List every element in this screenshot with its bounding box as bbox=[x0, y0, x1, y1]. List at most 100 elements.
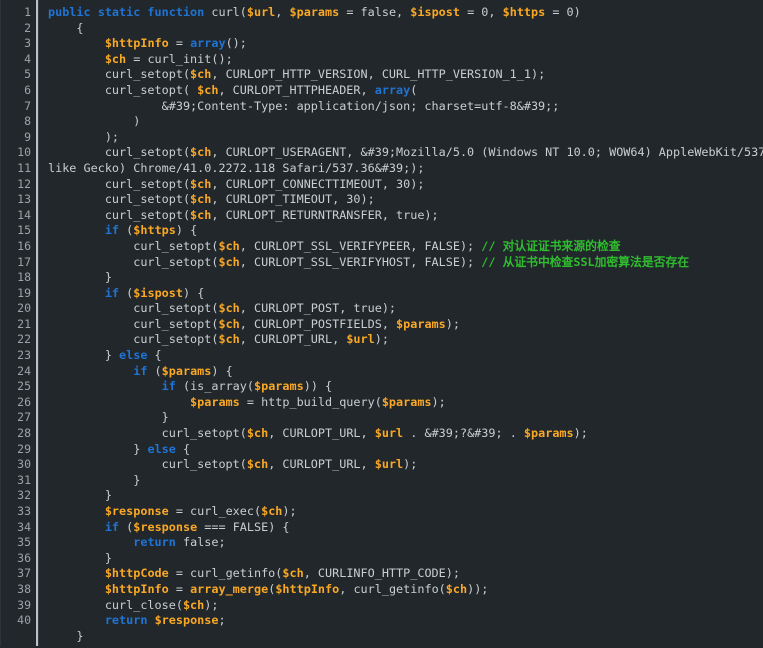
code-line[interactable]: $httpInfo = array(); bbox=[48, 36, 763, 52]
code-token-pl: false; bbox=[175, 535, 226, 550]
code-token-pl: ); bbox=[282, 504, 297, 518]
line-number: 32 bbox=[17, 488, 31, 503]
gutter-left-edge bbox=[0, 0, 1, 648]
code-line[interactable]: if ($https) { bbox=[48, 223, 763, 239]
code-token-var: $response bbox=[133, 519, 198, 534]
code-token-var: $ch bbox=[104, 51, 127, 66]
line-number: 5 bbox=[24, 67, 31, 82]
code-token-pl: { bbox=[147, 348, 162, 363]
code-line[interactable]: if ($ispost) { bbox=[48, 286, 763, 302]
code-line[interactable]: curl_setopt($ch, CURLOPT_CONNECTTIMEOUT,… bbox=[48, 177, 763, 193]
code-token-pl: , CURLOPT_URL, bbox=[268, 426, 375, 441]
code-token-pl: )); bbox=[467, 581, 489, 596]
code-line[interactable]: $ch = curl_init(); bbox=[48, 52, 763, 68]
code-line[interactable]: } bbox=[48, 551, 763, 567]
code-line[interactable]: return false; bbox=[48, 535, 763, 551]
code-line[interactable]: curl_setopt($ch, CURLOPT_RETURNTRANSFER,… bbox=[48, 208, 763, 224]
code-line[interactable]: curl_close($ch); bbox=[48, 598, 763, 614]
code-line[interactable]: curl_setopt($ch, CURLOPT_TIMEOUT, 30); bbox=[48, 192, 763, 208]
code-token-kw: if bbox=[104, 223, 120, 238]
code-token-pl: { bbox=[48, 20, 84, 35]
code-token-kw: else bbox=[147, 441, 176, 456]
line-number: 15 bbox=[17, 223, 31, 238]
code-line[interactable]: like Gecko) Chrome/41.0.2272.118 Safari/… bbox=[48, 161, 763, 177]
code-token-pl: )) { bbox=[303, 379, 333, 394]
code-line[interactable]: ); bbox=[48, 130, 763, 146]
code-token-var: $params bbox=[254, 379, 304, 394]
code-token-pl: = false, bbox=[339, 5, 411, 19]
line-number: 7 bbox=[24, 98, 31, 113]
code-line[interactable]: } bbox=[48, 629, 763, 645]
line-number: 27 bbox=[17, 410, 31, 425]
code-token-pl: } bbox=[48, 410, 169, 425]
code-token-var: $ch bbox=[190, 67, 212, 82]
code-token-pl: curl_setopt( bbox=[48, 316, 219, 331]
line-number: 2 bbox=[24, 20, 31, 35]
code-line[interactable]: $httpCode = curl_getinfo($ch, CURLINFO_H… bbox=[48, 566, 763, 582]
code-line[interactable]: } else { bbox=[48, 348, 763, 364]
code-token-pl: = curl_getinfo( bbox=[168, 566, 283, 581]
code-line[interactable]: curl_setopt($ch, CURLOPT_SSL_VERIFYPEER,… bbox=[48, 239, 763, 255]
code-line[interactable]: curl_setopt($ch, CURLOPT_POST, true); bbox=[48, 301, 763, 317]
code-token-pl: ( bbox=[119, 223, 134, 238]
code-line[interactable]: curl_setopt($ch, CURLOPT_URL, $url . &#3… bbox=[48, 426, 763, 442]
code-token-var: $ch bbox=[197, 82, 219, 97]
code-token-pl: } bbox=[48, 488, 112, 503]
code-line[interactable]: } bbox=[48, 473, 763, 489]
code-line[interactable]: curl_setopt( $ch, CURLOPT_HTTPHEADER, ar… bbox=[48, 83, 763, 99]
line-number bbox=[0, 629, 38, 645]
line-number-gutter[interactable]: 1 2 3 4 5 6 7 8 9 10 11 12 13 14 15 16 17 18 19 20 21 22 23 24 2… bbox=[0, 0, 38, 648]
code-content-pane[interactable]: public static function curl($url, $param… bbox=[38, 0, 763, 648]
code-line[interactable]: if ($response === FALSE) { bbox=[48, 520, 763, 536]
code-token-pl: ) { bbox=[175, 223, 198, 238]
code-token-pl: , CURLOPT_USERAGENT, &#39;Mozilla/5.0 (W… bbox=[211, 145, 763, 160]
line-number: 8 bbox=[24, 114, 31, 129]
code-token-pl: , CURLOPT_HTTP_VERSION, CURL_HTTP_VERSIO… bbox=[211, 67, 546, 82]
code-token-pl: curl_setopt( bbox=[48, 176, 191, 191]
code-line[interactable]: curl_setopt($ch, CURLOPT_USERAGENT, &#39… bbox=[48, 145, 763, 161]
code-line[interactable]: curl_setopt($ch, CURLOPT_SSL_VERIFYHOST,… bbox=[48, 255, 763, 271]
code-viewer[interactable]: 1 2 3 4 5 6 7 8 9 10 11 12 13 14 15 16 17 18 19 20 21 22 23 24 2… bbox=[0, 0, 763, 648]
code-token-pl: = bbox=[168, 36, 191, 51]
code-token-var: $ch bbox=[190, 192, 212, 207]
code-line-list: public static function curl($url, $param… bbox=[48, 5, 763, 644]
line-number: 29 bbox=[17, 441, 31, 456]
code-token-pl: { bbox=[175, 441, 191, 456]
code-line[interactable]: public static function curl($url, $param… bbox=[48, 5, 763, 21]
code-line[interactable]: curl_setopt($ch, CURLOPT_URL, $url); bbox=[48, 332, 763, 348]
code-line[interactable]: &#39;Content-Type: application/json; cha… bbox=[48, 99, 763, 115]
code-token-var: $url bbox=[346, 332, 375, 347]
line-number: 12 bbox=[17, 176, 31, 191]
code-line[interactable]: curl_setopt($ch, CURLOPT_POSTFIELDS, $pa… bbox=[48, 317, 763, 333]
code-token-var: $ch bbox=[182, 597, 205, 612]
code-line[interactable]: } bbox=[48, 270, 763, 286]
code-token-pl: , CURLOPT_URL, bbox=[239, 332, 347, 347]
code-token-var: $ch bbox=[282, 566, 304, 581]
line-number: 40 bbox=[17, 613, 31, 628]
line-number: 18 bbox=[17, 270, 31, 285]
line-number: 10 bbox=[17, 145, 31, 160]
code-line[interactable]: } else { bbox=[48, 442, 763, 458]
code-line[interactable]: return $response; bbox=[48, 613, 763, 629]
code-token-var: $ch bbox=[190, 207, 212, 222]
code-line[interactable]: $params = http_build_query($params); bbox=[48, 395, 763, 411]
code-line[interactable]: $response = curl_exec($ch); bbox=[48, 504, 763, 520]
code-token-pl: curl_setopt( bbox=[48, 332, 219, 347]
code-line[interactable]: if (is_array($params)) { bbox=[48, 379, 763, 395]
code-line[interactable]: $httpInfo = array_merge($httpInfo, curl_… bbox=[48, 582, 763, 598]
code-line[interactable]: } bbox=[48, 488, 763, 504]
code-line[interactable]: { bbox=[48, 21, 763, 37]
code-line[interactable]: if ($params) { bbox=[48, 364, 763, 380]
line-number: 11 bbox=[17, 160, 31, 175]
code-token-pl: (is_array( bbox=[175, 379, 254, 394]
code-line[interactable]: curl_setopt($ch, CURLOPT_URL, $url); bbox=[48, 457, 763, 473]
code-line[interactable]: ) bbox=[48, 114, 763, 130]
code-token-pl: } bbox=[48, 348, 120, 363]
code-line[interactable]: } bbox=[48, 410, 763, 426]
code-token-pl: ( bbox=[119, 285, 134, 300]
line-number: 21 bbox=[17, 316, 31, 331]
code-line[interactable]: curl_setopt($ch, CURLOPT_HTTP_VERSION, C… bbox=[48, 67, 763, 83]
